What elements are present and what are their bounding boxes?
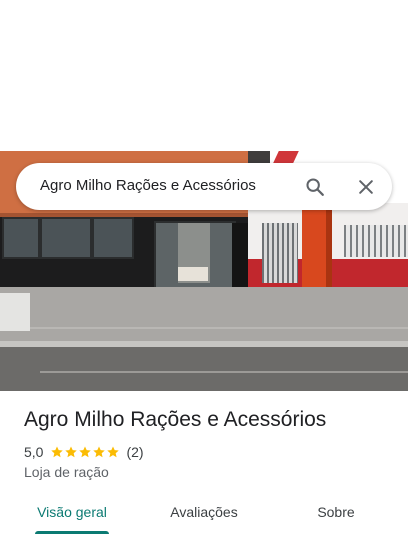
tab-about[interactable]: Sobre xyxy=(296,504,376,520)
star-icon xyxy=(51,446,64,458)
photo-sidewalk xyxy=(0,287,408,345)
active-tab-indicator xyxy=(35,531,109,534)
photo-paver-line xyxy=(0,327,408,329)
star-icon xyxy=(107,446,120,458)
photo-gate xyxy=(262,223,298,283)
rating-value: 5,0 xyxy=(24,444,44,460)
tab-overview[interactable]: Visão geral xyxy=(24,504,120,520)
place-category[interactable]: Loja de ração xyxy=(24,464,109,480)
photo-grid-window xyxy=(344,225,408,257)
star-rating xyxy=(50,445,120,459)
star-icon xyxy=(65,446,78,458)
rating-row[interactable]: 5,0 (2) xyxy=(24,444,144,460)
photo-road-line xyxy=(40,371,408,373)
review-count[interactable]: (2) xyxy=(126,444,143,460)
photo-window xyxy=(2,217,40,259)
star-icon xyxy=(93,446,106,458)
search-bar[interactable]: Agro Milho Rações e Acessórios xyxy=(16,163,392,210)
place-panel: Agro Milho Rações e Acessórios Agro Milh… xyxy=(0,0,408,542)
star-icon xyxy=(79,446,92,458)
close-icon[interactable] xyxy=(353,174,379,200)
photo-sacks xyxy=(178,267,208,281)
search-icon[interactable] xyxy=(302,174,328,200)
photo-utility-box xyxy=(0,293,30,331)
place-title: Agro Milho Rações e Acessórios xyxy=(24,408,327,431)
photo-window xyxy=(92,217,134,259)
tab-reviews[interactable]: Avaliações xyxy=(156,504,252,520)
photo-road xyxy=(0,347,408,391)
search-input[interactable]: Agro Milho Rações e Acessórios xyxy=(40,177,256,194)
photo-window xyxy=(40,217,92,259)
photo-post xyxy=(232,223,248,287)
